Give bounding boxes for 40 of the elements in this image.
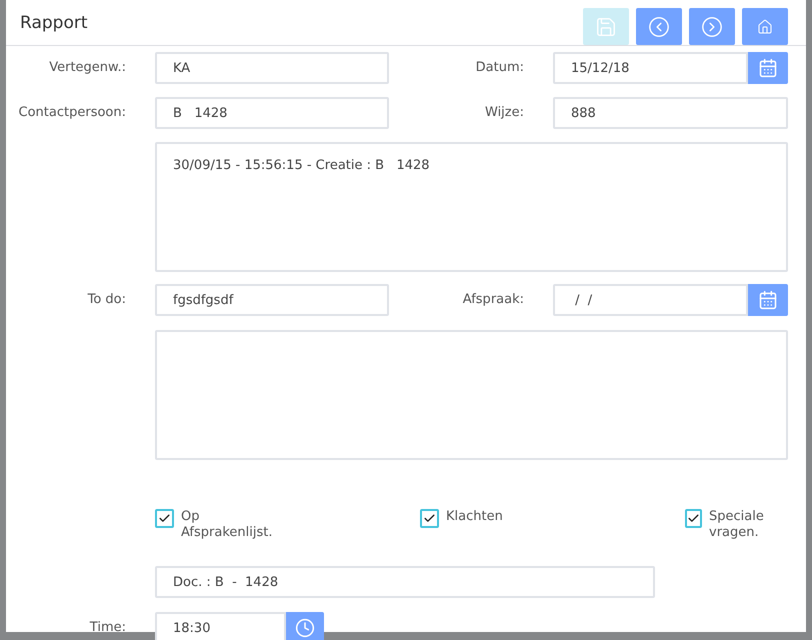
field-label: Contactpersoon: <box>18 104 127 122</box>
input-field[interactable]: B 1428 <box>155 97 389 129</box>
notes-field[interactable]: 30/09/15 - 15:56:15 - Creatie : B 1428 <box>155 142 788 272</box>
date-picker-button[interactable] <box>748 284 788 316</box>
input-field[interactable]: 15/12/18 <box>553 52 748 84</box>
checkbox-label: Klachten <box>446 509 503 525</box>
dialog-title: Rapport <box>20 12 88 32</box>
clock-icon <box>295 618 315 638</box>
field-label: Wijze: <box>484 104 525 122</box>
checkmark-icon <box>687 512 700 525</box>
previous-button[interactable] <box>636 8 682 45</box>
input-field[interactable]: KA <box>155 52 389 84</box>
notes-field[interactable] <box>155 330 788 460</box>
input-field[interactable]: fgsdfgsdf <box>155 284 389 316</box>
checkmark-icon <box>423 512 436 525</box>
checkbox[interactable] <box>155 509 174 528</box>
chevron-right-icon <box>701 16 723 38</box>
date-picker-button[interactable] <box>748 52 788 84</box>
field-label: Time: <box>88 619 127 637</box>
home-button[interactable] <box>742 8 788 45</box>
checkbox[interactable] <box>420 509 439 528</box>
chevron-left-icon <box>648 16 670 38</box>
time-picker-button[interactable] <box>286 612 324 640</box>
input-field[interactable]: 18:30 <box>155 612 286 640</box>
input-field[interactable]: 888 <box>553 97 788 129</box>
calendar-icon <box>758 290 778 310</box>
field-label: Afspraak: <box>462 291 525 309</box>
field-label: Vertegenw.: <box>48 59 127 77</box>
field-label: Datum: <box>474 59 525 77</box>
save-icon <box>595 16 617 38</box>
home-icon <box>757 18 773 34</box>
checkmark-icon <box>158 512 171 525</box>
checkbox[interactable] <box>685 509 702 528</box>
field-label: To do: <box>86 291 127 309</box>
next-button[interactable] <box>689 8 735 45</box>
input-field[interactable]: / / <box>553 284 748 316</box>
checkbox-label: Op Afsprakenlijst. <box>181 509 273 541</box>
checkbox-label: Speciale vragen. <box>709 509 765 541</box>
calendar-icon <box>758 58 778 78</box>
input-field[interactable]: Doc. : B - 1428 <box>155 566 655 598</box>
